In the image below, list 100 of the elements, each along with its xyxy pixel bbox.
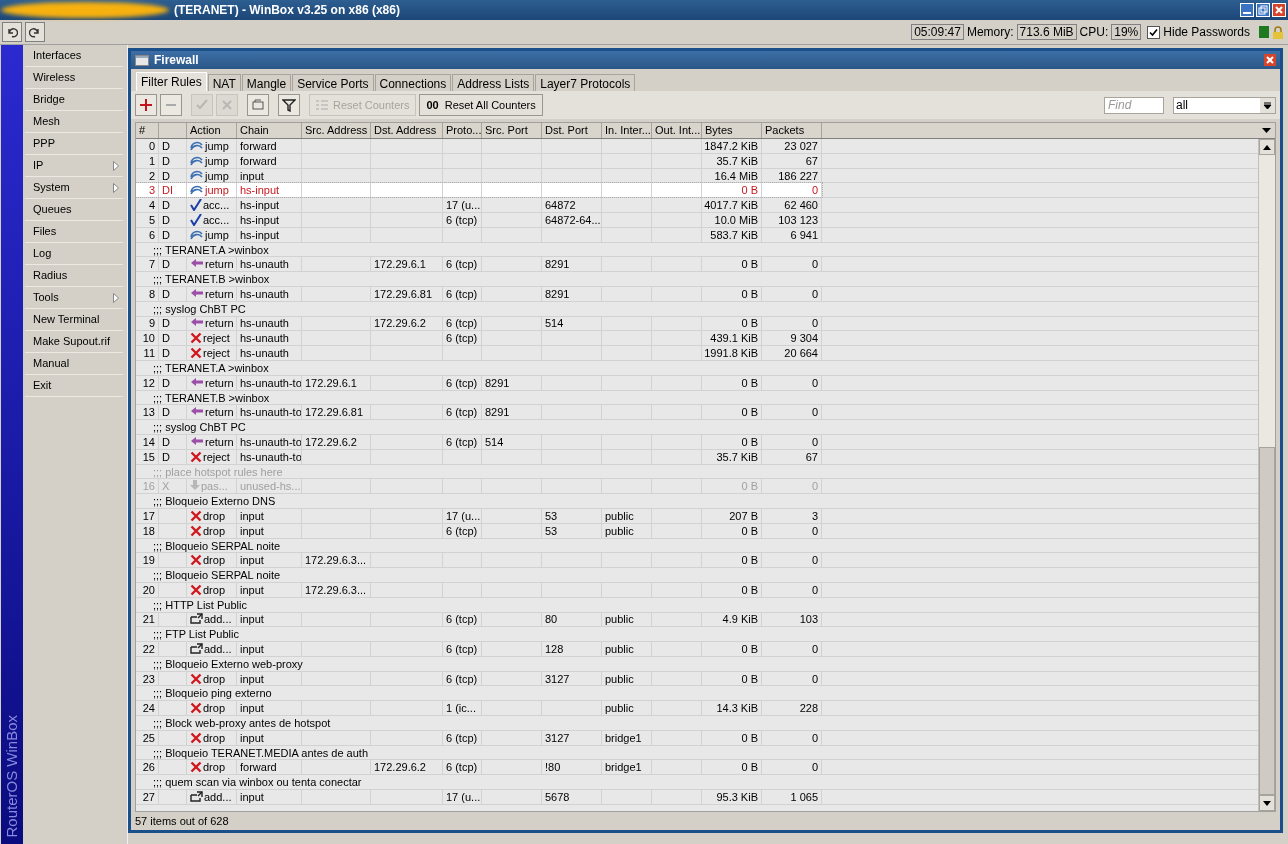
memory-value: 713.6 MiB: [1016, 24, 1077, 40]
table-cell: 18: [142, 523, 155, 538]
left-arrow-icon: [190, 435, 204, 448]
jump-icon: [190, 139, 204, 152]
scroll-up-button[interactable]: [1259, 139, 1275, 155]
table-cell: public: [605, 612, 634, 627]
table-cell: 439.1 KiB: [710, 331, 758, 346]
table-cell: drop: [203, 508, 226, 523]
table-cell: 7: [148, 257, 155, 272]
tab[interactable]: Service Ports: [292, 74, 374, 91]
table-cell: input: [240, 612, 264, 627]
tab[interactable]: Filter Rules: [136, 72, 207, 91]
tab[interactable]: NAT: [207, 74, 241, 91]
column-header[interactable]: Src. Address: [305, 124, 368, 136]
find-field[interactable]: Find: [1104, 96, 1164, 114]
column-header[interactable]: In. Inter...: [605, 124, 651, 136]
table-cell: D: [162, 198, 170, 212]
hide-passwords-checkbox[interactable]: [1147, 25, 1161, 39]
comment-text: ;;; HTTP List Public: [152, 597, 247, 612]
undo-button[interactable]: [2, 22, 22, 42]
table-cell: 0 B: [741, 760, 758, 775]
menu-item[interactable]: Queues: [25, 199, 123, 221]
table-cell: 0: [148, 139, 155, 153]
table-cell: 0: [811, 760, 818, 775]
column-header[interactable]: Dst. Address: [374, 124, 437, 136]
menu-item[interactable]: System: [25, 177, 123, 199]
column-header[interactable]: Action: [190, 124, 221, 136]
comment-text: ;;; syslog ChBT PC: [152, 301, 246, 316]
table-cell: 6 (tcp): [446, 642, 478, 656]
menu-item[interactable]: Manual: [25, 353, 123, 375]
table-cell: 12: [142, 375, 155, 390]
menu-item[interactable]: Bridge: [25, 89, 123, 111]
menu-item[interactable]: Mesh: [25, 111, 123, 133]
table-cell: 172.29.6.1: [305, 375, 357, 390]
table-cell: 6 (tcp): [446, 523, 478, 538]
table-cell: 17 (u...: [446, 508, 481, 523]
table-cell: 4.9 KiB: [722, 612, 758, 627]
table-cell: D: [162, 286, 170, 301]
submenu-arrow-icon: [113, 160, 119, 171]
table-cell: 172.29.6.3...: [305, 582, 367, 597]
table-cell: 6 (tcp): [446, 213, 478, 227]
table-cell: 53: [545, 508, 558, 523]
table-cell: 15: [142, 449, 155, 464]
menu-item[interactable]: Tools: [25, 287, 123, 309]
table-cell: 0: [811, 316, 818, 331]
filter-button[interactable]: [278, 94, 300, 116]
add-button[interactable]: [135, 94, 157, 116]
column-header[interactable]: Src. Port: [485, 124, 528, 136]
checkmark-icon: [190, 213, 202, 226]
cross-icon: [190, 332, 202, 345]
checkmark-icon: [195, 98, 209, 112]
table-cell: hs-unauth: [240, 257, 289, 272]
table-cell: 14.3 KiB: [716, 701, 758, 716]
table-cell: 6 (tcp): [446, 257, 478, 272]
column-header[interactable]: Bytes: [705, 124, 733, 136]
reset-all-counters-button[interactable]: 00 Reset All Counters: [419, 94, 543, 116]
redo-button[interactable]: [25, 22, 45, 42]
menu-item[interactable]: Interfaces: [25, 45, 123, 67]
menu-item[interactable]: PPP: [25, 133, 123, 155]
table-cell: 17 (u...: [446, 198, 481, 212]
tab[interactable]: Connections: [374, 74, 452, 91]
column-header[interactable]: #: [139, 124, 146, 136]
table-cell: 11: [143, 346, 155, 360]
table-cell: 4017.7 KiB: [704, 198, 758, 212]
menu-item[interactable]: New Terminal: [25, 309, 123, 331]
table-cell: hs-unauth: [240, 316, 289, 331]
scrollbar-thumb[interactable]: [1259, 447, 1275, 795]
scroll-down-button[interactable]: [1259, 795, 1275, 811]
table-cell: input: [240, 553, 264, 568]
column-header[interactable]: Proto...: [446, 124, 481, 136]
table-cell: hs-unauth: [240, 346, 289, 360]
tab[interactable]: Address Lists: [452, 74, 535, 91]
column-header[interactable]: Dst. Port: [545, 124, 588, 136]
comment-text: ;;; Bloqueio SERPAL noite: [152, 568, 281, 582]
menu-item[interactable]: Log: [25, 243, 123, 265]
menu-item[interactable]: Make Supout.rif: [25, 331, 123, 353]
menu-item[interactable]: Files: [25, 221, 123, 243]
column-header[interactable]: Packets: [765, 124, 805, 136]
box-arrow-icon: [190, 643, 203, 655]
table-cell: 10: [142, 331, 155, 346]
selected-row[interactable]: 3 DI jump hs-input 0 B 0: [136, 183, 822, 198]
table-cell: hs-unauth-to: [240, 375, 301, 390]
table-cell: 0 B: [741, 479, 758, 494]
tab[interactable]: Layer7 Protocols: [535, 74, 636, 91]
menu-item[interactable]: Wireless: [25, 67, 123, 89]
table-cell: return: [205, 434, 234, 449]
jump-icon: [190, 154, 204, 167]
cpu-value: 19%: [1111, 24, 1142, 40]
left-arrow-icon: [190, 287, 204, 300]
tab[interactable]: Mangle: [241, 74, 292, 91]
menu-item[interactable]: IP: [25, 155, 123, 177]
restore-icon: [1256, 3, 1270, 17]
column-header[interactable]: Out. Int...: [655, 124, 701, 136]
menu-item[interactable]: Radius: [25, 265, 123, 287]
table-cell: 0 B: [741, 582, 758, 597]
filter-dropdown[interactable]: all: [1173, 96, 1276, 114]
table-cell: 103: [799, 612, 818, 627]
menu-item[interactable]: Exit: [25, 375, 123, 397]
table-cell: 9: [148, 316, 155, 331]
column-header[interactable]: Chain: [240, 124, 269, 136]
